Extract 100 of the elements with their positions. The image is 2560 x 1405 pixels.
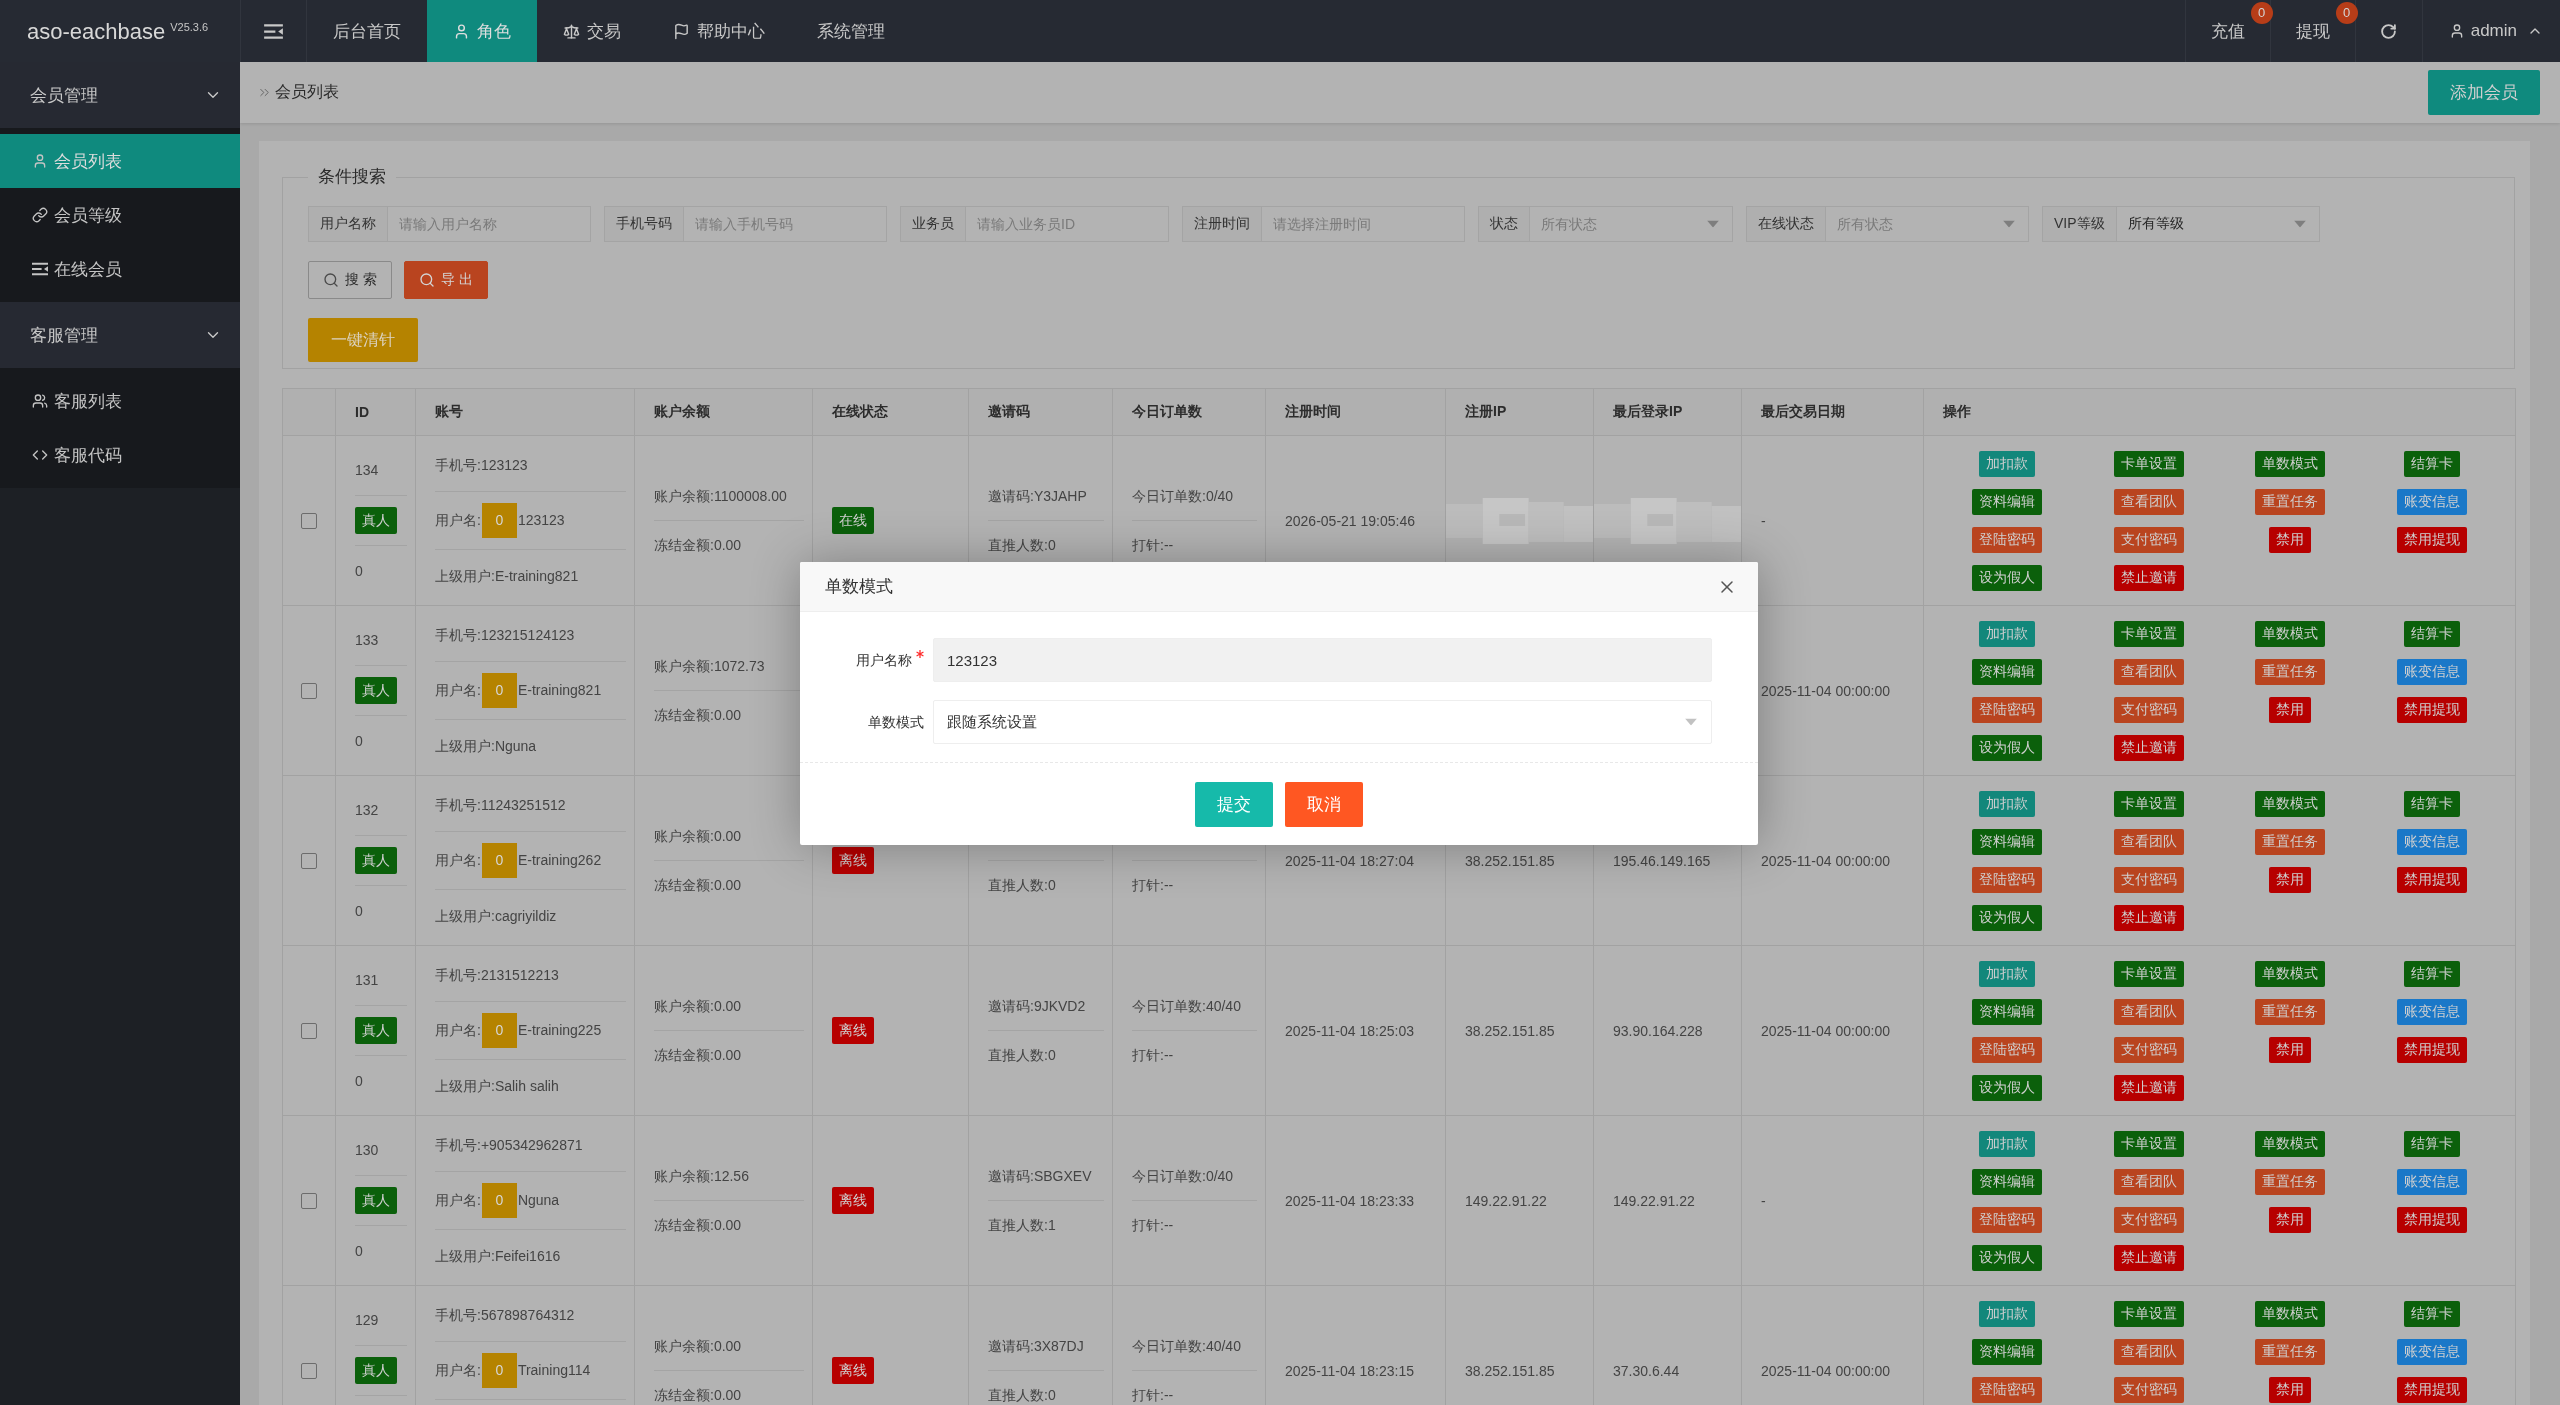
action-button[interactable]: 加扣款	[1978, 960, 2035, 987]
action-button[interactable]: 结算卡	[2404, 960, 2461, 987]
action-button[interactable]: 卡单设置	[2113, 1300, 2184, 1327]
action-button[interactable]: 加扣款	[1978, 1130, 2035, 1157]
nav-tab[interactable]: 系统管理	[791, 0, 911, 62]
action-button[interactable]: 资料编辑	[1971, 1168, 2042, 1195]
action-button[interactable]: 禁用提现	[2397, 696, 2468, 723]
action-button[interactable]: 卡单设置	[2113, 620, 2184, 647]
sidebar-item[interactable]: 客服列表	[0, 374, 240, 428]
add-member-button[interactable]: 添加会员	[2428, 70, 2540, 115]
checkbox[interactable]	[301, 513, 317, 530]
search-button[interactable]: 搜 索	[308, 261, 392, 299]
action-button[interactable]: 账变信息	[2397, 1338, 2468, 1365]
action-button[interactable]: 重置任务	[2255, 488, 2326, 515]
action-button[interactable]: 结算卡	[2404, 1130, 2461, 1157]
submit-button[interactable]: 提交	[1195, 782, 1273, 827]
action-button[interactable]: 重置任务	[2255, 1338, 2326, 1365]
action-button[interactable]: 禁用提现	[2397, 1036, 2468, 1063]
action-button[interactable]: 单数模式	[2255, 620, 2326, 647]
action-button[interactable]: 重置任务	[2255, 828, 2326, 855]
action-button[interactable]: 资料编辑	[1971, 1338, 2042, 1365]
action-button[interactable]: 加扣款	[1978, 620, 2035, 647]
checkbox[interactable]	[301, 1363, 317, 1380]
action-button[interactable]: 设为假人	[1971, 904, 2042, 931]
action-button[interactable]: 禁用提现	[2397, 866, 2468, 893]
action-button[interactable]: 账变信息	[2397, 998, 2468, 1025]
action-button[interactable]: 禁用	[2269, 1036, 2312, 1063]
checkbox[interactable]	[301, 853, 317, 870]
action-button[interactable]: 单数模式	[2255, 1130, 2326, 1157]
action-button[interactable]: 禁用	[2269, 696, 2312, 723]
action-button[interactable]: 资料编辑	[1971, 488, 2042, 515]
action-button[interactable]: 单数模式	[2255, 450, 2326, 477]
action-button[interactable]: 登陆密码	[1971, 696, 2042, 723]
action-button[interactable]: 查看团队	[2113, 828, 2184, 855]
action-button[interactable]: 禁用提现	[2397, 526, 2468, 553]
action-button[interactable]: 结算卡	[2404, 1300, 2461, 1327]
action-button[interactable]: 查看团队	[2113, 1338, 2184, 1365]
action-button[interactable]: 登陆密码	[1971, 866, 2042, 893]
action-button[interactable]: 支付密码	[2113, 1206, 2184, 1233]
nav-tab[interactable]: 角色	[427, 0, 537, 62]
action-button[interactable]: 禁用	[2269, 1206, 2312, 1233]
nav-tab[interactable]: 帮助中心	[647, 0, 791, 62]
action-button[interactable]: 禁止邀请	[2113, 564, 2184, 591]
action-button[interactable]: 登陆密码	[1971, 1206, 2042, 1233]
select-field[interactable]: 跟随系统设置	[933, 700, 1712, 744]
action-button[interactable]: 查看团队	[2113, 658, 2184, 685]
action-button[interactable]: 查看团队	[2113, 998, 2184, 1025]
action-button[interactable]: 禁止邀请	[2113, 734, 2184, 761]
action-button[interactable]: 账变信息	[2397, 1168, 2468, 1195]
action-button[interactable]: 结算卡	[2404, 450, 2461, 477]
action-button[interactable]: 卡单设置	[2113, 960, 2184, 987]
action-button[interactable]: 支付密码	[2113, 1376, 2184, 1403]
action-button[interactable]: 登陆密码	[1971, 526, 2042, 553]
action-button[interactable]: 重置任务	[2255, 658, 2326, 685]
checkbox[interactable]	[301, 1023, 317, 1040]
action-button[interactable]: 查看团队	[2113, 488, 2184, 515]
action-button[interactable]: 资料编辑	[1971, 998, 2042, 1025]
action-button[interactable]: 登陆密码	[1971, 1376, 2042, 1403]
action-button[interactable]: 单数模式	[2255, 790, 2326, 817]
action-button[interactable]: 卡单设置	[2113, 1130, 2184, 1157]
nav-tab[interactable]: 交易	[537, 0, 647, 62]
action-button[interactable]: 结算卡	[2404, 790, 2461, 817]
action-button[interactable]: 卡单设置	[2113, 450, 2184, 477]
action-button[interactable]: 加扣款	[1978, 790, 2035, 817]
action-button[interactable]: 禁止邀请	[2113, 1074, 2184, 1101]
action-button[interactable]: 单数模式	[2255, 960, 2326, 987]
action-button[interactable]: 禁用	[2269, 866, 2312, 893]
cancel-button[interactable]: 取消	[1285, 782, 1363, 827]
text-input[interactable]: 请输入手机号码	[684, 206, 887, 242]
action-button[interactable]: 禁用提现	[2397, 1376, 2468, 1403]
action-button[interactable]: 加扣款	[1978, 450, 2035, 477]
action-button[interactable]: 支付密码	[2113, 526, 2184, 553]
action-button[interactable]: 设为假人	[1971, 1074, 2042, 1101]
sidebar-group[interactable]: 会员管理	[0, 62, 240, 128]
action-button[interactable]: 设为假人	[1971, 564, 2042, 591]
action-button[interactable]: 设为假人	[1971, 1244, 2042, 1271]
action-button[interactable]: 禁止邀请	[2113, 1244, 2184, 1271]
action-button[interactable]: 禁用	[2269, 1376, 2312, 1403]
action-button[interactable]: 资料编辑	[1971, 828, 2042, 855]
action-button[interactable]: 结算卡	[2404, 620, 2461, 647]
action-button[interactable]: 禁用提现	[2397, 1206, 2468, 1233]
sidebar-group[interactable]: 客服管理	[0, 302, 240, 368]
action-button[interactable]: 查看团队	[2113, 1168, 2184, 1195]
action-button[interactable]: 账变信息	[2397, 658, 2468, 685]
sidebar-item[interactable]: 客服代码	[0, 428, 240, 482]
action-button[interactable]: 重置任务	[2255, 998, 2326, 1025]
action-button[interactable]: 单数模式	[2255, 1300, 2326, 1327]
text-input[interactable]: 123123	[933, 638, 1712, 682]
sidebar-item[interactable]: 在线会员	[0, 242, 240, 296]
action-button[interactable]: 支付密码	[2113, 696, 2184, 723]
sidebar-item[interactable]: 会员等级	[0, 188, 240, 242]
checkbox[interactable]	[301, 683, 317, 700]
export-button[interactable]: 导 出	[403, 261, 488, 299]
select-field[interactable]: 所有等级	[2116, 206, 2320, 242]
nav-tab[interactable]: 后台首页	[307, 0, 427, 62]
action-button[interactable]: 禁用	[2269, 526, 2312, 553]
text-input[interactable]: 请输入业务员ID	[966, 206, 1169, 242]
action-button[interactable]: 设为假人	[1971, 734, 2042, 761]
action-button[interactable]: 卡单设置	[2113, 790, 2184, 817]
action-button[interactable]: 登陆密码	[1971, 1036, 2042, 1063]
